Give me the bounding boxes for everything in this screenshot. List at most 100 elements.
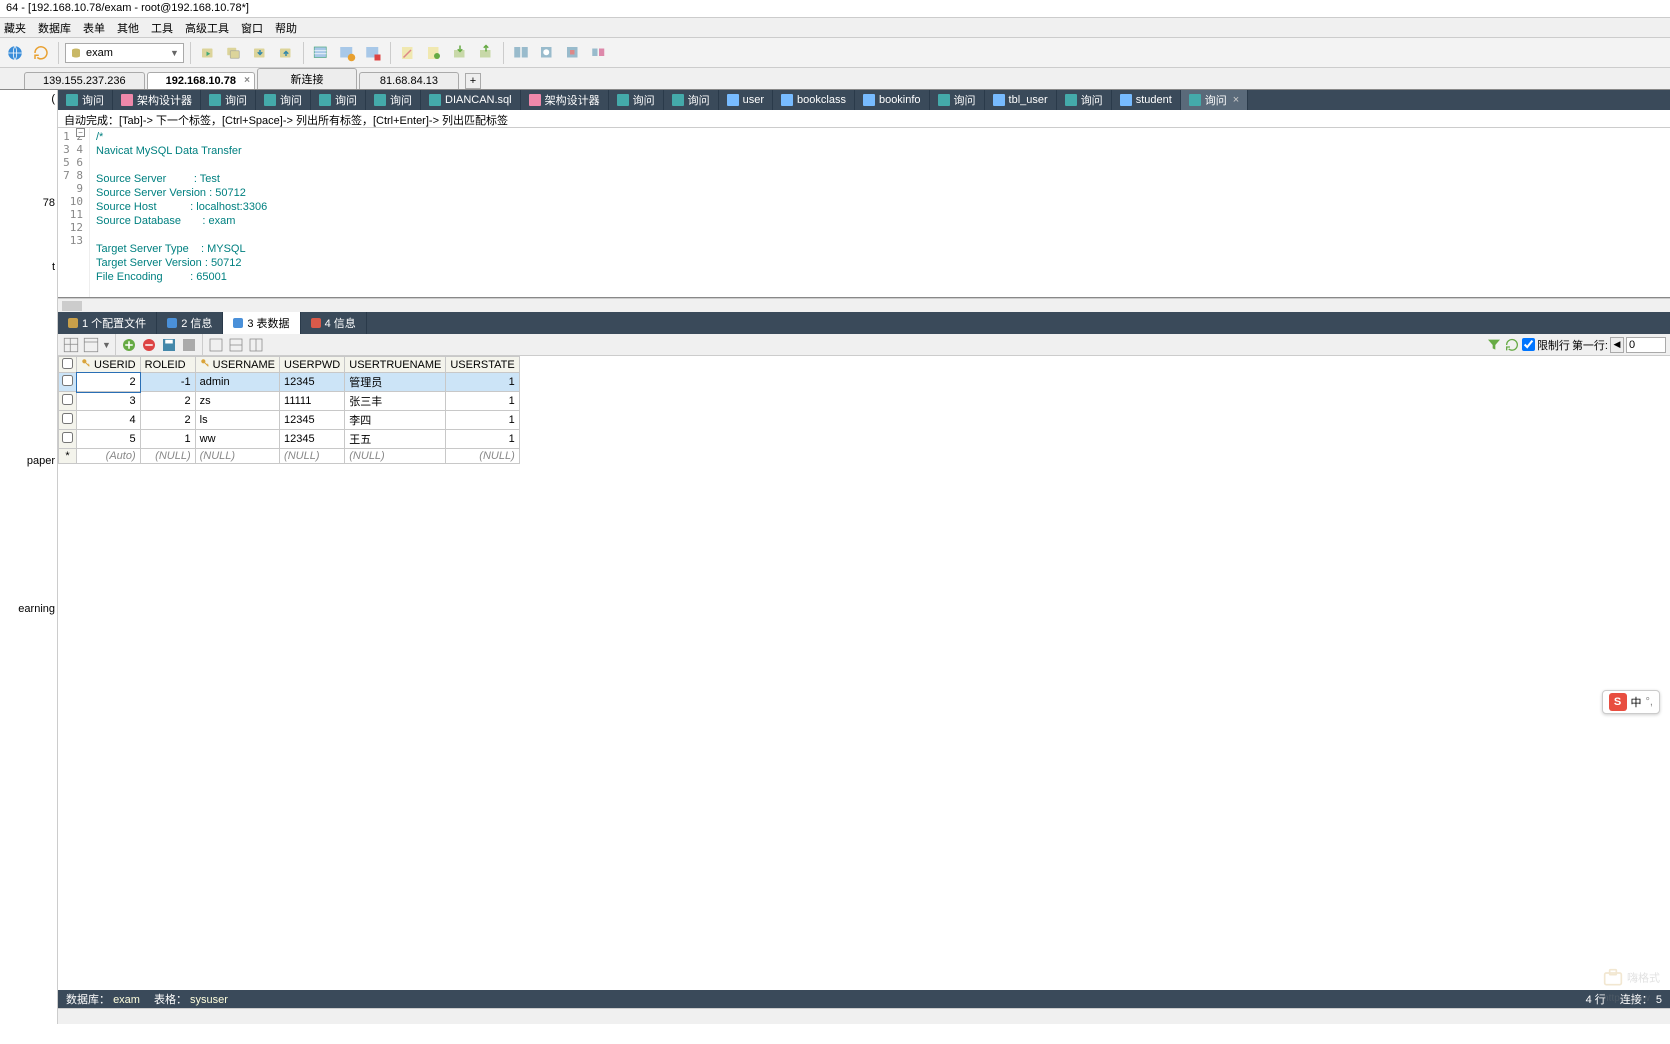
table-row[interactable]: 51ww12345王五1 <box>59 430 520 449</box>
limit-rows-checkbox[interactable]: 限制行 <box>1522 337 1570 353</box>
bottom-scrollbar[interactable] <box>58 1008 1670 1024</box>
cell[interactable]: 王五 <box>345 430 446 449</box>
refresh-icon[interactable] <box>30 42 52 64</box>
query-tab-0[interactable]: 询问 <box>58 90 113 110</box>
query-tab-11[interactable]: bookclass <box>773 90 855 110</box>
cell[interactable]: 4 <box>77 411 141 430</box>
menu-table[interactable]: 表单 <box>83 20 105 36</box>
fold-icon[interactable]: − <box>76 128 85 137</box>
cell[interactable]: zs <box>195 392 279 411</box>
cell[interactable]: 5 <box>77 430 141 449</box>
cell[interactable]: admin <box>195 373 279 392</box>
cell[interactable]: 2 <box>140 392 195 411</box>
close-icon[interactable]: × <box>1233 94 1239 106</box>
cell[interactable]: 1 <box>446 373 519 392</box>
save-rows-icon[interactable] <box>160 336 178 354</box>
cell[interactable]: ls <box>195 411 279 430</box>
grid-opt3-icon[interactable] <box>247 336 265 354</box>
save-icon[interactable] <box>275 42 297 64</box>
cell[interactable]: 1 <box>140 430 195 449</box>
query-tab-12[interactable]: bookinfo <box>855 90 930 110</box>
cell[interactable]: -1 <box>140 373 195 392</box>
cell[interactable]: (NULL) <box>446 449 519 464</box>
ime-indicator[interactable]: S 中 °, <box>1602 690 1660 714</box>
sql-editor[interactable]: 1 2 3 4 5 6 7 8 9 10 11 12 13 −/* Navica… <box>58 128 1670 298</box>
grid-opt2-icon[interactable] <box>227 336 245 354</box>
db-selector-input[interactable] <box>86 47 166 59</box>
scroll-thumb[interactable] <box>62 301 82 311</box>
query-tab-1[interactable]: 架构设计器 <box>113 90 201 110</box>
cell[interactable]: 1 <box>446 392 519 411</box>
query-tab-13[interactable]: 询问 <box>930 90 985 110</box>
cell[interactable]: 1 <box>446 411 519 430</box>
column-header[interactable]: USERID <box>77 357 141 373</box>
conn-tab-0[interactable]: 139.155.237.236 <box>24 72 145 89</box>
query-tab-6[interactable]: DIANCAN.sql <box>421 90 521 110</box>
grid-opt1-icon[interactable] <box>207 336 225 354</box>
grid-view-icon[interactable] <box>62 336 80 354</box>
refresh-grid-icon[interactable] <box>1504 337 1520 353</box>
column-header[interactable]: USERSTATE <box>446 357 519 373</box>
query-tab-15[interactable]: 询问 <box>1057 90 1112 110</box>
filter-icon[interactable] <box>1486 337 1502 353</box>
result-tab-1[interactable]: 2 信息 <box>157 312 223 334</box>
query-tab-10[interactable]: user <box>719 90 773 110</box>
delete-row-icon[interactable] <box>140 336 158 354</box>
conn-tab-1[interactable]: 192.168.10.78× <box>147 72 255 89</box>
db-selector[interactable]: ▼ <box>65 43 184 63</box>
object-browser[interactable]: ) 78 t paper earning <box>0 90 58 1024</box>
data-grid[interactable]: USERIDROLEID USERNAMEUSERPWDUSERTRUENAME… <box>58 356 1670 990</box>
query-tab-16[interactable]: student <box>1112 90 1181 110</box>
cell[interactable]: 李四 <box>345 411 446 430</box>
cell[interactable]: 1 <box>446 430 519 449</box>
cell[interactable]: (Auto) <box>77 449 141 464</box>
table-row[interactable]: 2-1admin12345管理员1 <box>59 373 520 392</box>
query-tab-4[interactable]: 询问 <box>311 90 366 110</box>
result-tab-3[interactable]: 4 信息 <box>301 312 367 334</box>
cell[interactable]: 管理员 <box>345 373 446 392</box>
table-row[interactable]: 32zs11111张三丰1 <box>59 392 520 411</box>
menu-database[interactable]: 数据库 <box>38 20 71 36</box>
column-header[interactable]: ROLEID <box>140 357 195 373</box>
menu-window[interactable]: 窗口 <box>241 20 263 36</box>
prev-page-button[interactable]: ◀ <box>1610 337 1624 353</box>
add-tab-button[interactable]: + <box>465 73 481 89</box>
new-row[interactable]: *(Auto)(NULL)(NULL)(NULL)(NULL)(NULL) <box>59 449 520 464</box>
menu-advtools[interactable]: 高级工具 <box>185 20 229 36</box>
cell[interactable]: 12345 <box>280 373 345 392</box>
menu-other[interactable]: 其他 <box>117 20 139 36</box>
chevron-down-icon[interactable]: ▼ <box>170 48 179 58</box>
column-header[interactable]: USERNAME <box>195 357 279 373</box>
import-icon[interactable] <box>449 42 471 64</box>
query-tab-3[interactable]: 询问 <box>256 90 311 110</box>
query-tab-5[interactable]: 询问 <box>366 90 421 110</box>
dropdown-icon[interactable]: ▼ <box>102 340 111 350</box>
query-tab-7[interactable]: 架构设计器 <box>521 90 609 110</box>
editor-hscroll[interactable] <box>58 298 1670 312</box>
code-area[interactable]: −/* Navicat MySQL Data Transfer Source S… <box>90 128 1670 297</box>
firstrow-input[interactable] <box>1626 337 1666 353</box>
cell[interactable]: (NULL) <box>280 449 345 464</box>
wizard1-icon[interactable] <box>397 42 419 64</box>
column-header[interactable]: USERTRUENAME <box>345 357 446 373</box>
execute-icon[interactable] <box>197 42 219 64</box>
add-row-icon[interactable] <box>120 336 138 354</box>
table-new-icon[interactable] <box>310 42 332 64</box>
execute-all-icon[interactable] <box>223 42 245 64</box>
cell[interactable]: (NULL) <box>195 449 279 464</box>
tool1-icon[interactable] <box>510 42 532 64</box>
query-tab-14[interactable]: tbl_user <box>985 90 1057 110</box>
close-icon[interactable]: × <box>244 75 250 86</box>
globe-icon[interactable] <box>4 42 26 64</box>
query-tab-2[interactable]: 询问 <box>201 90 256 110</box>
query-tab-17[interactable]: 询问× <box>1181 90 1248 110</box>
conn-tab-3[interactable]: 81.68.84.13 <box>359 72 459 89</box>
row-checkbox[interactable] <box>62 432 73 443</box>
result-tab-0[interactable]: 1 个配置文件 <box>58 312 157 334</box>
menu-favorites[interactable]: 藏夹 <box>4 20 26 36</box>
select-all-checkbox[interactable] <box>62 358 73 369</box>
row-checkbox[interactable] <box>62 375 73 386</box>
query-tab-8[interactable]: 询问 <box>609 90 664 110</box>
result-tab-2[interactable]: 3 表数据 <box>223 312 300 334</box>
cell[interactable]: 12345 <box>280 430 345 449</box>
